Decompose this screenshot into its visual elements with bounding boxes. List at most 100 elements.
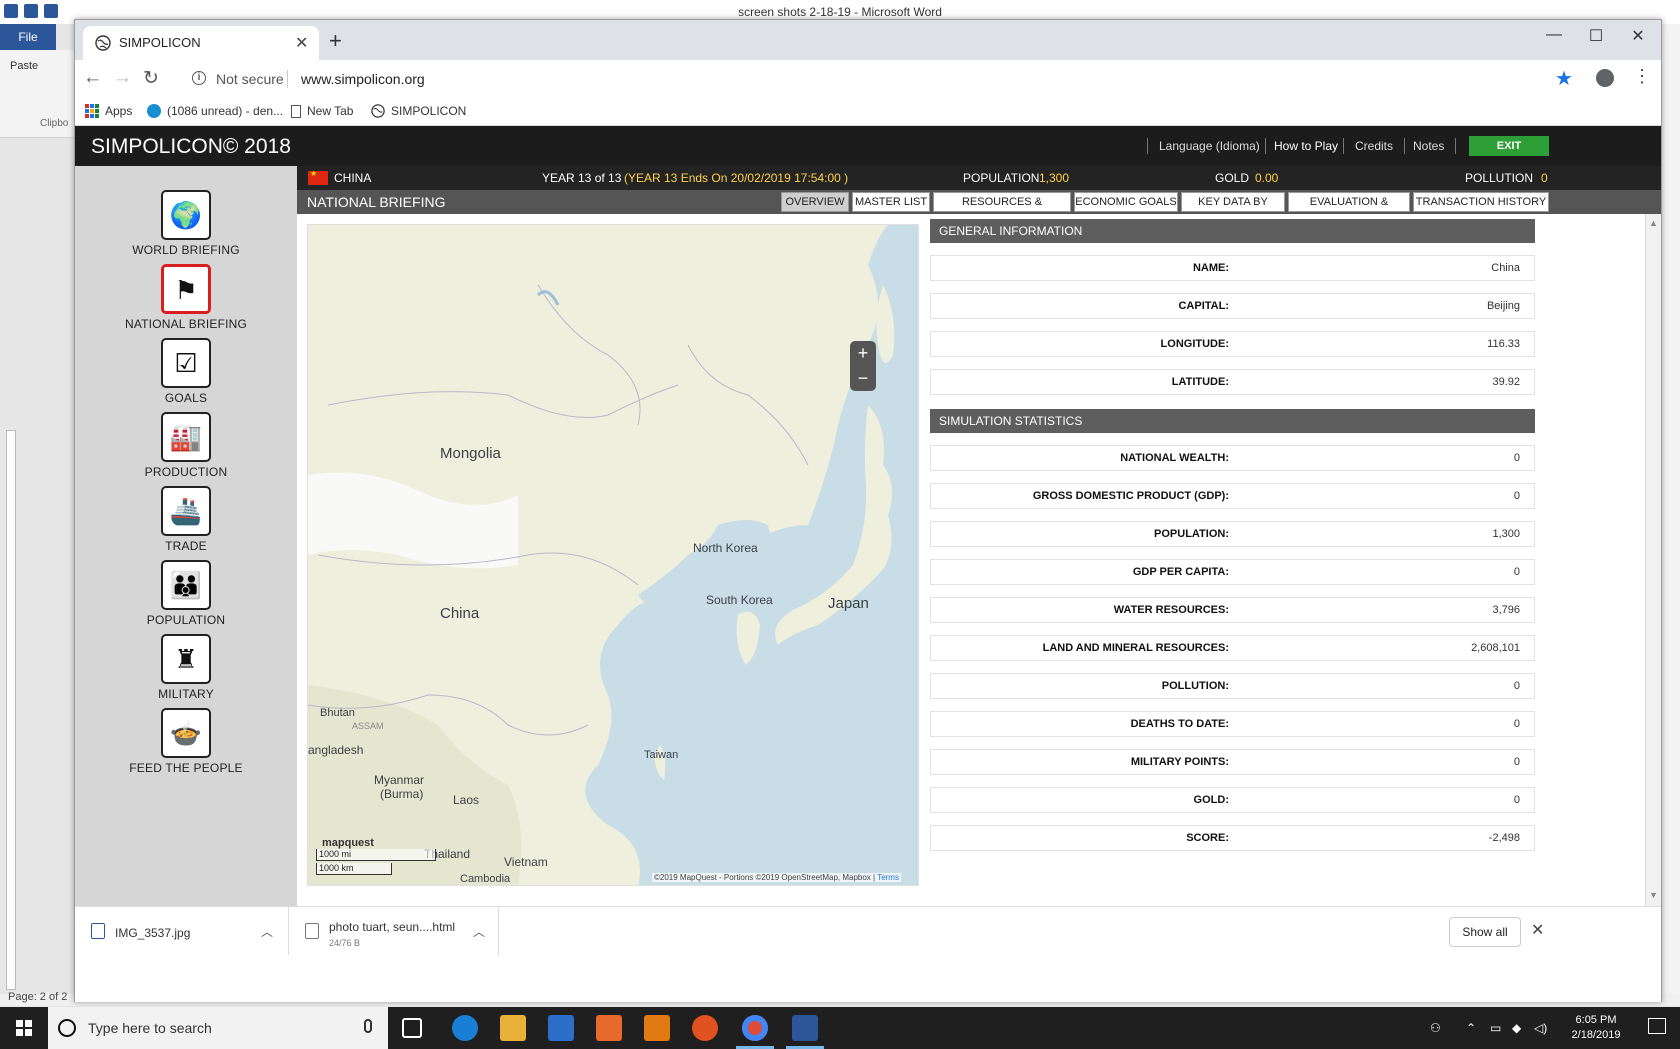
show-all-downloads-button[interactable]: Show all <box>1449 917 1521 947</box>
notes-link[interactable]: Notes <box>1413 139 1444 153</box>
outlook-icon[interactable] <box>644 1015 670 1041</box>
stat-row: MILITARY POINTS: 0 <box>930 749 1535 775</box>
file-explorer-icon[interactable] <box>500 1015 526 1041</box>
terms-link[interactable]: Terms <box>877 873 899 882</box>
download-item[interactable]: photo tuart, seun....html 24/76 B ︿ <box>289 907 499 955</box>
globe-icon <box>371 104 385 118</box>
word-clipboard-label: Clipbo <box>40 118 69 129</box>
chevron-up-icon[interactable]: ︿ <box>261 923 273 940</box>
address-bar[interactable]: www.simpolicon.org <box>301 71 425 87</box>
bookmark-star-icon[interactable]: ★ <box>1555 66 1573 91</box>
edge-icon[interactable] <box>452 1015 478 1041</box>
security-status[interactable]: Not secure <box>216 71 284 87</box>
sidebar-item-national-briefing[interactable]: ⚑ NATIONAL BRIEFING <box>75 264 297 331</box>
tab-economic-goals[interactable]: ECONOMIC GOALS <box>1074 192 1178 212</box>
language-link[interactable]: Language (Idioma) <box>1159 139 1260 153</box>
reload-icon[interactable]: ↻ <box>143 67 159 90</box>
stat-value: 3,796 <box>1492 604 1520 616</box>
taskbar-clock[interactable]: 6:05 PM 2/18/2019 <box>1560 1013 1632 1043</box>
word-paste-button[interactable]: Paste <box>10 60 38 72</box>
sidebar-nav: 🌍 WORLD BRIEFING ⚑ NATIONAL BRIEFING ☑ G… <box>75 166 297 906</box>
map-label-taiwan: Taiwan <box>644 749 679 761</box>
back-arrow-icon[interactable]: ← <box>83 67 102 89</box>
bookmark-simpolicon[interactable]: SIMPOLICON <box>371 104 466 118</box>
scroll-up-arrow-icon[interactable]: ▲ <box>1649 218 1658 228</box>
sidebar-item-world-briefing[interactable]: 🌍 WORLD BRIEFING <box>75 190 297 257</box>
maximize-icon[interactable]: ☐ <box>1581 26 1611 46</box>
gold-value: 0.00 <box>1255 171 1279 185</box>
download-name: photo tuart, seun....html <box>329 920 456 934</box>
bookmark-new-tab[interactable]: New Tab <box>291 104 353 118</box>
header-divider <box>1147 138 1148 154</box>
scroll-down-arrow-icon[interactable]: ▼ <box>1649 890 1658 900</box>
task-view-icon[interactable] <box>402 1018 422 1038</box>
url-divider <box>287 70 288 88</box>
network-icon[interactable]: ▭ <box>1490 1021 1501 1035</box>
globe-icon <box>95 35 111 51</box>
kebab-menu-icon[interactable]: ⋮ <box>1633 66 1651 87</box>
sidebar-item-goals[interactable]: ☑ GOALS <box>75 338 297 405</box>
chevron-up-icon[interactable]: ︿ <box>473 923 485 940</box>
country-map[interactable]: Mongolia North Korea South Korea Japan C… <box>307 224 919 886</box>
zoom-out-button[interactable]: − <box>850 366 876 391</box>
tab-simpolicon[interactable]: SIMPOLICON ✕ <box>83 26 319 60</box>
volume-icon[interactable]: ◁) <box>1534 1021 1547 1035</box>
bookmarks-bar: Apps (1086 unread) - den... New Tab SIMP… <box>75 98 1661 126</box>
how-to-play-link[interactable]: How to Play <box>1274 139 1338 153</box>
stat-label: DEATHS TO DATE: <box>1130 718 1229 730</box>
map-label-bhutan: Bhutan <box>320 707 355 719</box>
map-label-burma: (Burma) <box>380 787 424 801</box>
close-window-icon[interactable]: ✕ <box>1623 26 1653 46</box>
zoom-in-button[interactable]: + <box>850 341 876 366</box>
app-header: SIMPOLICON© 2018 Language (Idioma) How t… <box>75 126 1661 166</box>
action-center-icon[interactable] <box>1648 1018 1666 1034</box>
downloads-bar: IMG_3537.jpg ︿ photo tuart, seun....html… <box>75 906 1661 1002</box>
tab-resources-products[interactable]: RESOURCES & PRODUCTS <box>933 192 1071 226</box>
map-zoom-control: + − <box>850 341 876 391</box>
close-downloads-icon[interactable]: ✕ <box>1531 920 1544 940</box>
bookmark-mail[interactable]: (1086 unread) - den... <box>147 104 283 118</box>
sidebar-item-feed-the-people[interactable]: 🍲 FEED THE PEOPLE <box>75 708 297 775</box>
content-scrollbar[interactable]: ▲ ▼ <box>1645 214 1661 906</box>
windows-start-icon[interactable] <box>16 1020 32 1036</box>
forward-arrow-icon[interactable]: → <box>113 67 132 89</box>
stat-value: 0 <box>1513 718 1520 730</box>
tab-overview[interactable]: OVERVIEW <box>781 192 849 212</box>
sidebar-icon-box: ⚑ <box>161 264 211 314</box>
header-divider <box>1343 138 1344 154</box>
media-player-icon[interactable] <box>596 1015 622 1041</box>
info-label: LATITUDE: <box>1171 376 1229 388</box>
people-icon[interactable]: ⚇ <box>1430 1021 1441 1035</box>
taskbar-search[interactable]: Type here to search <box>48 1007 388 1049</box>
tab-key-data-by-year[interactable]: KEY DATA BY YEAR <box>1181 192 1285 226</box>
bookmark-apps[interactable]: Apps <box>85 104 132 118</box>
word-right-scrollbar[interactable] <box>1662 24 1680 994</box>
store-icon[interactable] <box>548 1015 574 1041</box>
dropbox-icon[interactable]: ◆ <box>1512 1021 1521 1035</box>
exit-button[interactable]: EXIT <box>1469 136 1549 156</box>
minimize-icon[interactable]: — <box>1539 26 1569 44</box>
tab-evaluation-score[interactable]: EVALUATION & SCORE <box>1288 192 1410 226</box>
firefox-icon[interactable] <box>692 1015 718 1041</box>
download-item[interactable]: IMG_3537.jpg ︿ <box>75 907 289 955</box>
sidebar-icon-box: 👪 <box>161 560 211 610</box>
tab-master-list[interactable]: MASTER LIST <box>852 192 930 212</box>
briefing-bar: NATIONAL BRIEFING OVERVIEW MASTER LIST R… <box>297 190 1661 226</box>
word-icon[interactable] <box>786 1015 824 1049</box>
sidebar-item-trade[interactable]: 🚢 TRADE <box>75 486 297 553</box>
close-tab-icon[interactable]: ✕ <box>295 33 308 53</box>
new-tab-button[interactable]: + <box>329 28 342 54</box>
sidebar-item-military[interactable]: ♜ MILITARY <box>75 634 297 701</box>
map-label-cambodia: Cambodia <box>460 873 511 885</box>
tab-transaction-history[interactable]: TRANSACTION HISTORY <box>1413 192 1549 212</box>
sidebar-item-production[interactable]: 🏭 PRODUCTION <box>75 412 297 479</box>
chevron-up-icon[interactable]: ⌃ <box>1466 1021 1476 1035</box>
map-label-laos: Laos <box>453 793 480 807</box>
info-icon[interactable]: i <box>192 71 206 85</box>
credits-link[interactable]: Credits <box>1355 139 1393 153</box>
profile-icon[interactable] <box>1596 69 1614 87</box>
word-file-tab[interactable]: File <box>0 24 56 50</box>
sidebar-item-population[interactable]: 👪 POPULATION <box>75 560 297 627</box>
chrome-icon[interactable] <box>736 1015 774 1049</box>
microphone-icon[interactable] <box>364 1019 372 1033</box>
